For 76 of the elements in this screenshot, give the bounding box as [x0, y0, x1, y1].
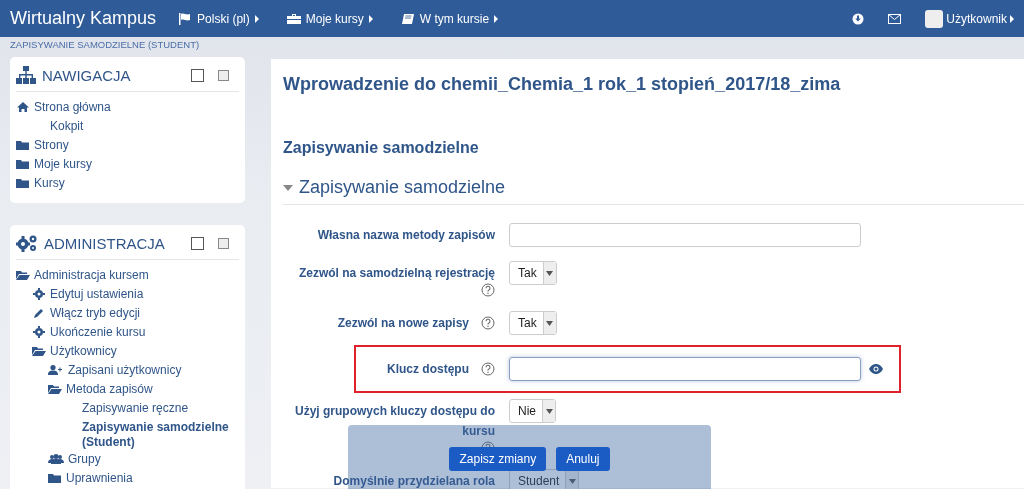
folder-icon: [16, 139, 30, 151]
block-title: ADMINISTRACJA: [44, 234, 166, 252]
dock-icon[interactable]: [218, 69, 229, 81]
user-menu[interactable]: Użytkownik: [946, 11, 1007, 26]
users-icon: [48, 453, 64, 465]
folder-icon: [48, 472, 62, 484]
select-dropdown[interactable]: Tak: [509, 311, 557, 335]
gear-icon: [32, 288, 46, 300]
caret-icon: [494, 14, 499, 23]
home-icon: [16, 101, 30, 113]
tree-item[interactable]: Strona główna: [34, 100, 111, 115]
tree-item[interactable]: Ukończenie kursu: [50, 325, 146, 340]
select-dropdown[interactable]: Nie: [509, 399, 556, 423]
eye-icon[interactable]: [869, 364, 883, 374]
caret-icon[interactable]: [283, 184, 293, 191]
caret-down-icon[interactable]: [568, 478, 576, 484]
page-heading: Zapisywanie samodzielne: [283, 139, 480, 157]
folder-open-icon: [32, 345, 46, 357]
field-label: Własna nazwa metody zapisów: [317, 227, 495, 244]
tree-item[interactable]: Grupy: [68, 452, 101, 467]
avatar[interactable]: [925, 9, 944, 28]
text-input[interactable]: [509, 223, 861, 247]
password-input[interactable]: [509, 357, 861, 381]
tree-item[interactable]: Włącz tryb edycji: [50, 306, 141, 321]
help-icon[interactable]: [481, 362, 495, 376]
caret-icon: [1010, 14, 1014, 23]
sitemap-icon: [16, 66, 36, 84]
tree-item[interactable]: Uprawnienia: [66, 471, 133, 486]
folder-icon: [16, 158, 30, 170]
tree-item[interactable]: Strony: [34, 138, 69, 153]
tree-item[interactable]: Edytuj ustawienia: [50, 287, 144, 302]
caret-down-icon[interactable]: [546, 270, 554, 276]
caret-down-icon[interactable]: [545, 408, 553, 414]
tree-item[interactable]: Kursy: [34, 176, 65, 191]
breadcrumb: ZAPISYWANIE SAMODZIELNE (STUDENT): [9, 38, 201, 52]
select-dropdown[interactable]: Tak: [509, 261, 557, 285]
field-label: Zezwól na nowe zapisy: [337, 315, 469, 332]
tree-item[interactable]: Zapisywanie ręczne: [82, 401, 189, 416]
field-label: Użyj grupowych kluczy dostępu do kursu: [293, 403, 495, 440]
folder-open-icon: [16, 269, 30, 281]
select-dropdown[interactable]: Student: [509, 469, 580, 489]
help-icon[interactable]: [481, 316, 495, 330]
block-title: NAWIGACJA: [42, 66, 132, 84]
caret-icon: [254, 14, 259, 23]
nav-menu[interactable]: Polski (pl): [197, 11, 250, 26]
caret-icon: [368, 14, 373, 23]
dock-icon[interactable]: [218, 237, 229, 249]
gears-icon: [16, 234, 38, 252]
briefcase-icon: [286, 13, 301, 25]
folder-icon: [16, 177, 30, 189]
nav-menu[interactable]: W tym kursie: [419, 11, 490, 26]
download-icon[interactable]: [852, 12, 865, 25]
flag-icon: [178, 13, 193, 25]
course-title: Wprowadzenie do chemii_Chemia_1 rok_1 stopień_2017/18_zima: [283, 73, 842, 95]
tree-item[interactable]: Metoda zapisów: [66, 382, 153, 397]
tree-item[interactable]: Zapisani użytkownicy: [68, 363, 182, 378]
pencil-icon: [32, 307, 46, 319]
cancel-button[interactable]: Anuluj: [556, 447, 610, 471]
tree-item[interactable]: Zapisywanie samodzielne (Student): [82, 420, 239, 450]
caret-down-icon[interactable]: [546, 320, 554, 326]
gear-icon: [32, 326, 46, 338]
field-label: Klucz dostępu: [387, 361, 469, 378]
tree-item[interactable]: Użytkownicy: [50, 344, 117, 359]
user-plus-icon: [48, 364, 64, 376]
field-label: Zezwól na samodzielną rejestrację: [298, 265, 495, 282]
section-legend[interactable]: Zapisywanie samodzielne: [299, 177, 506, 198]
site-title[interactable]: Wirtualny Kampus: [10, 8, 157, 29]
book-icon: [400, 13, 415, 25]
help-icon[interactable]: [481, 283, 495, 297]
tree-item[interactable]: Kokpit: [50, 119, 84, 134]
envelope-icon[interactable]: [888, 13, 902, 24]
save-button[interactable]: Zapisz zmiany: [449, 447, 547, 471]
nav-menu[interactable]: Moje kursy: [305, 11, 364, 26]
tree-item[interactable]: Moje kursy: [34, 157, 92, 172]
folder-open-icon: [48, 383, 62, 395]
tree-item[interactable]: Administracja kursem: [34, 268, 149, 283]
